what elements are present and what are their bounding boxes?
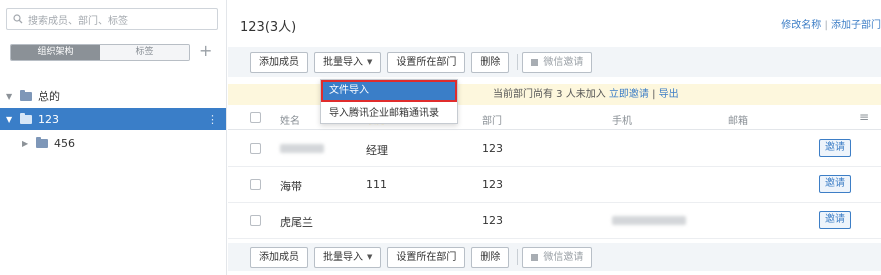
column-phone[interactable]: 手机 <box>612 112 632 127</box>
set-department-button[interactable]: 设置所在部门 <box>387 51 466 73</box>
tab-tags[interactable]: 标签 <box>100 45 189 60</box>
link-separator: | <box>824 20 828 31</box>
tree-item-123[interactable]: ▼ 123 ⋮ <box>0 108 226 130</box>
table-row[interactable]: 虎尾兰 123 邀请 <box>228 203 881 239</box>
set-department-button[interactable]: 设置所在部门 <box>387 246 466 268</box>
export-link[interactable]: 导出 <box>659 89 679 100</box>
qr-icon <box>531 253 539 261</box>
cell-title: 经理 <box>366 144 388 157</box>
folder-icon <box>36 136 48 148</box>
delete-button[interactable]: 删除 <box>471 51 510 73</box>
divider <box>517 249 519 265</box>
tree-item-label: 456 <box>54 136 75 150</box>
page-title: 123(3人) <box>240 20 297 35</box>
tree-item-label: 总的 <box>38 90 60 103</box>
blurred-name <box>280 144 324 153</box>
header-links: 修改名称 | 添加子部门 <box>781 16 881 31</box>
add-icon[interactable]: + <box>199 41 212 60</box>
main-panel: 123(3人) 修改名称 | 添加子部门 添加成员 批量导入 ▼ 设置所在部门 … <box>228 0 881 275</box>
tree-item-root[interactable]: ▼ 总的 <box>0 85 226 107</box>
rename-link[interactable]: 修改名称 <box>781 20 821 31</box>
divider <box>517 54 519 70</box>
search-placeholder: 搜索成员、部门、标签 <box>28 15 128 27</box>
table-row[interactable]: 经理 123 邀请 <box>228 131 881 167</box>
folder-icon <box>20 112 32 124</box>
column-department[interactable]: 部门 <box>482 112 502 127</box>
blurred-phone <box>612 216 686 225</box>
chevron-down-icon: ▼ <box>367 252 373 261</box>
qr-icon <box>531 58 539 66</box>
add-sub-dept-link[interactable]: 添加子部门 <box>831 20 881 31</box>
wechat-invite-label: 微信邀请 <box>543 251 584 263</box>
add-member-button[interactable]: 添加成员 <box>250 51 308 73</box>
cell-department: 123 <box>482 178 503 191</box>
delete-button[interactable]: 删除 <box>471 246 510 268</box>
invite-button[interactable]: 邀请 <box>819 211 851 229</box>
notice-separator: | <box>652 89 656 100</box>
row-checkbox[interactable] <box>250 179 261 190</box>
toolbar-top: 添加成员 批量导入 ▼ 设置所在部门 删除 微信邀请 <box>228 47 881 77</box>
column-email[interactable]: 邮箱 <box>728 112 748 127</box>
batch-import-label: 批量导入 <box>323 56 363 68</box>
more-icon[interactable]: ⋮ <box>207 113 218 126</box>
cell-title: 111 <box>366 178 387 191</box>
add-member-button[interactable]: 添加成员 <box>250 246 308 268</box>
tree-item-456[interactable]: ▶ 456 <box>0 132 226 154</box>
wechat-invite-label: 微信邀请 <box>543 56 584 68</box>
batch-import-label: 批量导入 <box>323 251 363 263</box>
select-all-checkbox[interactable] <box>250 112 261 123</box>
batch-import-dropdown: 文件导入 导入腾讯企业邮箱通讯录 <box>320 79 458 124</box>
search-input[interactable]: 搜索成员、部门、标签 <box>6 8 218 30</box>
caret-down-icon[interactable]: ▼ <box>6 92 16 101</box>
cell-department: 123 <box>482 142 503 155</box>
tab-org-structure[interactable]: 组织架构 <box>11 45 100 60</box>
notice-text: 当前部门尚有 3 人未加入 <box>493 89 606 100</box>
column-name[interactable]: 姓名 <box>280 112 300 127</box>
invite-button[interactable]: 邀请 <box>819 139 851 157</box>
file-import-option[interactable]: 文件导入 <box>321 80 457 102</box>
batch-import-button[interactable]: 批量导入 ▼ <box>314 51 382 73</box>
notice-text-wrap: 当前部门尚有 3 人未加入 立即邀请 | 导出 <box>493 84 679 105</box>
folder-icon <box>20 89 32 101</box>
caret-right-icon[interactable]: ▶ <box>22 139 32 148</box>
invite-now-link[interactable]: 立即邀请 <box>609 89 649 100</box>
sidebar-tabs: 组织架构 标签 <box>10 44 190 61</box>
wechat-invite-button[interactable]: 微信邀请 <box>522 246 593 268</box>
row-checkbox[interactable] <box>250 215 261 226</box>
import-tencent-mail-option[interactable]: 导入腾讯企业邮箱通讯录 <box>321 103 457 125</box>
cell-name: 海带 <box>280 180 302 193</box>
cell-name: 虎尾兰 <box>280 216 313 229</box>
invite-button[interactable]: 邀请 <box>819 175 851 193</box>
wechat-invite-button[interactable]: 微信邀请 <box>522 51 593 73</box>
caret-down-icon[interactable]: ▼ <box>6 115 16 124</box>
search-icon <box>13 14 23 24</box>
sidebar: 搜索成员、部门、标签 组织架构 标签 + ▼ 总的 ▼ 123 ⋮ ▶ 456 <box>0 0 227 275</box>
table-row[interactable]: 海带 111 123 邀请 <box>228 167 881 203</box>
tree-item-label: 123 <box>38 112 59 126</box>
toolbar-bottom: 添加成员 批量导入 ▼ 设置所在部门 删除 微信邀请 <box>228 243 881 271</box>
batch-import-button[interactable]: 批量导入 ▼ <box>314 246 382 268</box>
row-checkbox[interactable] <box>250 143 261 154</box>
chevron-down-icon: ▼ <box>367 57 373 66</box>
filter-icon[interactable]: ≡ <box>859 110 869 124</box>
cell-department: 123 <box>482 214 503 227</box>
